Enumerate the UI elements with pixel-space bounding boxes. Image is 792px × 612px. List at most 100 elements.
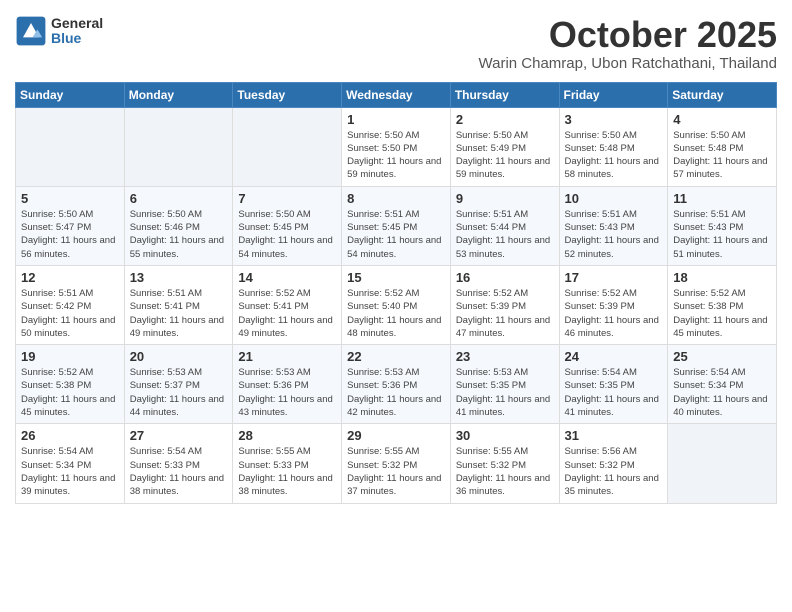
calendar-cell: 22Sunrise: 5:53 AM Sunset: 5:36 PM Dayli…: [342, 345, 451, 424]
calendar-cell: 13Sunrise: 5:51 AM Sunset: 5:41 PM Dayli…: [124, 265, 233, 344]
day-number: 8: [347, 191, 445, 206]
day-number: 6: [130, 191, 228, 206]
calendar-cell: 19 Sunrise: 5:52 AM Sunset: 5:38 PM Dayli…: [16, 345, 125, 424]
day-number: 17: [565, 270, 663, 285]
day-number: 18: [673, 270, 771, 285]
calendar-cell: 23 Sunrise: 5:53 AM Sunset: 5:35 PM Dayli…: [450, 345, 559, 424]
calendar-week-5: 26Sunrise: 5:54 AM Sunset: 5:34 PM Dayli…: [16, 424, 777, 503]
weekday-header-thursday: Thursday: [450, 82, 559, 107]
calendar-cell: [124, 107, 233, 186]
day-number: 3: [565, 112, 663, 127]
calendar-cell: 1Sunrise: 5:50 AM Sunset: 5:50 PM Daylig…: [342, 107, 451, 186]
calendar-cell: 15 Sunrise: 5:52 AM Sunset: 5:40 PM Dayli…: [342, 265, 451, 344]
day-info: Sunrise: 5:52 AM Sunset: 5:41 PM Dayligh…: [238, 287, 336, 340]
calendar-cell: 18Sunrise: 5:52 AM Sunset: 5:38 PM Dayli…: [668, 265, 777, 344]
calendar-cell: 26Sunrise: 5:54 AM Sunset: 5:34 PM Dayli…: [16, 424, 125, 503]
weekday-header-saturday: Saturday: [668, 82, 777, 107]
weekday-header-sunday: Sunday: [16, 82, 125, 107]
calendar-cell: 16 Sunrise: 5:52 AM Sunset: 5:39 PM Dayli…: [450, 265, 559, 344]
day-info: Sunrise: 5:53 AM Sunset: 5:36 PM Dayligh…: [347, 366, 445, 419]
day-info: Sunrise: 5:50 AM Sunset: 5:50 PM Dayligh…: [347, 129, 445, 182]
day-number: 4: [673, 112, 771, 127]
day-number: 16: [456, 270, 554, 285]
calendar-cell: 27 Sunrise: 5:54 AM Sunset: 5:33 PM Dayli…: [124, 424, 233, 503]
day-info: Sunrise: 5:50 AM Sunset: 5:48 PM Dayligh…: [673, 129, 771, 182]
day-info: Sunrise: 5:51 AM Sunset: 5:43 PM Dayligh…: [565, 208, 663, 261]
calendar-cell: [668, 424, 777, 503]
day-number: 7: [238, 191, 336, 206]
calendar-cell: 31 Sunrise: 5:56 AM Sunset: 5:32 PM Dayli…: [559, 424, 668, 503]
day-info: Sunrise: 5:51 AM Sunset: 5:41 PM Dayligh…: [130, 287, 228, 340]
calendar-cell: 20Sunrise: 5:53 AM Sunset: 5:37 PM Dayli…: [124, 345, 233, 424]
day-info: Sunrise: 5:55 AM Sunset: 5:32 PM Dayligh…: [347, 445, 445, 498]
day-number: 20: [130, 349, 228, 364]
calendar-cell: 8 Sunrise: 5:51 AM Sunset: 5:45 PM Daylig…: [342, 186, 451, 265]
day-info: Sunrise: 5:51 AM Sunset: 5:44 PM Dayligh…: [456, 208, 554, 261]
day-number: 25: [673, 349, 771, 364]
calendar-cell: 7Sunrise: 5:50 AM Sunset: 5:45 PM Daylig…: [233, 186, 342, 265]
weekday-header-tuesday: Tuesday: [233, 82, 342, 107]
day-info: Sunrise: 5:50 AM Sunset: 5:46 PM Dayligh…: [130, 208, 228, 261]
calendar-cell: 25 Sunrise: 5:54 AM Sunset: 5:34 PM Dayli…: [668, 345, 777, 424]
calendar-cell: 5Sunrise: 5:50 AM Sunset: 5:47 PM Daylig…: [16, 186, 125, 265]
day-number: 10: [565, 191, 663, 206]
day-info: Sunrise: 5:54 AM Sunset: 5:35 PM Dayligh…: [565, 366, 663, 419]
day-info: Sunrise: 5:54 AM Sunset: 5:34 PM Dayligh…: [673, 366, 771, 419]
day-info: Sunrise: 5:54 AM Sunset: 5:33 PM Dayligh…: [130, 445, 228, 498]
day-number: 9: [456, 191, 554, 206]
page-header: General Blue October 2025 Warin Chamrap,…: [15, 15, 777, 72]
calendar-cell: 24 Sunrise: 5:54 AM Sunset: 5:35 PM Dayli…: [559, 345, 668, 424]
calendar-week-1: 1Sunrise: 5:50 AM Sunset: 5:50 PM Daylig…: [16, 107, 777, 186]
calendar-week-4: 19 Sunrise: 5:52 AM Sunset: 5:38 PM Dayli…: [16, 345, 777, 424]
day-info: Sunrise: 5:52 AM Sunset: 5:40 PM Dayligh…: [347, 287, 445, 340]
calendar-cell: 12Sunrise: 5:51 AM Sunset: 5:42 PM Dayli…: [16, 265, 125, 344]
calendar-cell: 30 Sunrise: 5:55 AM Sunset: 5:32 PM Dayli…: [450, 424, 559, 503]
day-info: Sunrise: 5:55 AM Sunset: 5:33 PM Dayligh…: [238, 445, 336, 498]
day-number: 28: [238, 428, 336, 443]
day-number: 19: [21, 349, 119, 364]
day-info: Sunrise: 5:56 AM Sunset: 5:32 PM Dayligh…: [565, 445, 663, 498]
month-title: October 2025: [479, 15, 778, 55]
day-info: Sunrise: 5:51 AM Sunset: 5:43 PM Dayligh…: [673, 208, 771, 261]
logo-general-text: General: [51, 16, 103, 31]
weekday-header-friday: Friday: [559, 82, 668, 107]
calendar-cell: 2 Sunrise: 5:50 AM Sunset: 5:49 PM Daylig…: [450, 107, 559, 186]
logo-icon: [15, 15, 47, 47]
day-info: Sunrise: 5:52 AM Sunset: 5:39 PM Dayligh…: [456, 287, 554, 340]
weekday-header-row: SundayMondayTuesdayWednesdayThursdayFrid…: [16, 82, 777, 107]
title-block: October 2025 Warin Chamrap, Ubon Ratchat…: [479, 15, 778, 72]
day-number: 31: [565, 428, 663, 443]
calendar-cell: 6 Sunrise: 5:50 AM Sunset: 5:46 PM Daylig…: [124, 186, 233, 265]
day-info: Sunrise: 5:54 AM Sunset: 5:34 PM Dayligh…: [21, 445, 119, 498]
day-number: 14: [238, 270, 336, 285]
day-number: 30: [456, 428, 554, 443]
logo-blue-text: Blue: [51, 31, 103, 46]
day-info: Sunrise: 5:51 AM Sunset: 5:42 PM Dayligh…: [21, 287, 119, 340]
day-info: Sunrise: 5:52 AM Sunset: 5:38 PM Dayligh…: [21, 366, 119, 419]
calendar-cell: [16, 107, 125, 186]
day-info: Sunrise: 5:53 AM Sunset: 5:35 PM Dayligh…: [456, 366, 554, 419]
day-info: Sunrise: 5:50 AM Sunset: 5:47 PM Dayligh…: [21, 208, 119, 261]
logo: General Blue: [15, 15, 103, 47]
day-number: 11: [673, 191, 771, 206]
calendar-cell: 9 Sunrise: 5:51 AM Sunset: 5:44 PM Daylig…: [450, 186, 559, 265]
day-info: Sunrise: 5:50 AM Sunset: 5:48 PM Dayligh…: [565, 129, 663, 182]
day-number: 24: [565, 349, 663, 364]
calendar-week-3: 12Sunrise: 5:51 AM Sunset: 5:42 PM Dayli…: [16, 265, 777, 344]
calendar-cell: 3 Sunrise: 5:50 AM Sunset: 5:48 PM Daylig…: [559, 107, 668, 186]
day-number: 2: [456, 112, 554, 127]
day-number: 27: [130, 428, 228, 443]
day-info: Sunrise: 5:55 AM Sunset: 5:32 PM Dayligh…: [456, 445, 554, 498]
day-info: Sunrise: 5:51 AM Sunset: 5:45 PM Dayligh…: [347, 208, 445, 261]
location-subtitle: Warin Chamrap, Ubon Ratchathani, Thailan…: [479, 55, 778, 72]
day-number: 23: [456, 349, 554, 364]
calendar-cell: 14 Sunrise: 5:52 AM Sunset: 5:41 PM Dayli…: [233, 265, 342, 344]
calendar-cell: 28 Sunrise: 5:55 AM Sunset: 5:33 PM Dayli…: [233, 424, 342, 503]
weekday-header-monday: Monday: [124, 82, 233, 107]
day-info: Sunrise: 5:53 AM Sunset: 5:36 PM Dayligh…: [238, 366, 336, 419]
day-info: Sunrise: 5:50 AM Sunset: 5:49 PM Dayligh…: [456, 129, 554, 182]
day-number: 15: [347, 270, 445, 285]
weekday-header-wednesday: Wednesday: [342, 82, 451, 107]
calendar-cell: 11 Sunrise: 5:51 AM Sunset: 5:43 PM Dayli…: [668, 186, 777, 265]
calendar-cell: 4 Sunrise: 5:50 AM Sunset: 5:48 PM Daylig…: [668, 107, 777, 186]
